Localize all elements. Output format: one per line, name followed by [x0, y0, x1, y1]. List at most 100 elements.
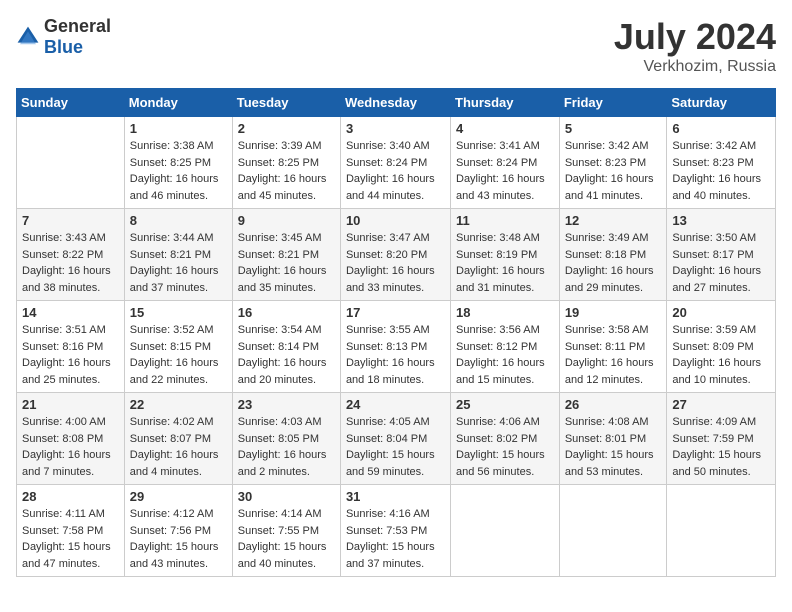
sunrise: Sunrise: 4:08 AM — [565, 416, 649, 428]
day-detail: Sunrise: 4:02 AM Sunset: 8:07 PM Dayligh… — [130, 414, 227, 480]
sunset: Sunset: 8:25 PM — [130, 157, 211, 169]
day-number: 29 — [130, 489, 227, 504]
sunset: Sunset: 8:25 PM — [238, 157, 319, 169]
month-year: July 2024 — [614, 16, 776, 58]
daylight: Daylight: 16 hours and 18 minutes. — [346, 357, 435, 386]
day-number: 23 — [238, 397, 335, 412]
daylight: Daylight: 16 hours and 40 minutes. — [672, 173, 761, 202]
day-number: 25 — [456, 397, 554, 412]
calendar-week-row: 1 Sunrise: 3:38 AM Sunset: 8:25 PM Dayli… — [17, 117, 776, 209]
sunset: Sunset: 8:15 PM — [130, 341, 211, 353]
daylight: Daylight: 16 hours and 22 minutes. — [130, 357, 219, 386]
day-detail: Sunrise: 3:45 AM Sunset: 8:21 PM Dayligh… — [238, 230, 335, 296]
day-detail: Sunrise: 3:56 AM Sunset: 8:12 PM Dayligh… — [456, 322, 554, 388]
day-number: 22 — [130, 397, 227, 412]
day-number: 24 — [346, 397, 445, 412]
sunrise: Sunrise: 4:06 AM — [456, 416, 540, 428]
day-detail: Sunrise: 3:58 AM Sunset: 8:11 PM Dayligh… — [565, 322, 662, 388]
sunset: Sunset: 8:17 PM — [672, 249, 753, 261]
sunrise: Sunrise: 3:54 AM — [238, 324, 322, 336]
daylight: Daylight: 15 hours and 37 minutes. — [346, 541, 435, 570]
sunrise: Sunrise: 3:44 AM — [130, 232, 214, 244]
daylight: Daylight: 15 hours and 50 minutes. — [672, 449, 761, 478]
calendar-cell: 3 Sunrise: 3:40 AM Sunset: 8:24 PM Dayli… — [340, 117, 450, 209]
logo-general: General — [44, 16, 111, 36]
sunrise: Sunrise: 3:52 AM — [130, 324, 214, 336]
sunset: Sunset: 8:09 PM — [672, 341, 753, 353]
sunset: Sunset: 8:13 PM — [346, 341, 427, 353]
sunrise: Sunrise: 4:00 AM — [22, 416, 106, 428]
day-detail: Sunrise: 3:51 AM Sunset: 8:16 PM Dayligh… — [22, 322, 119, 388]
daylight: Daylight: 16 hours and 7 minutes. — [22, 449, 111, 478]
day-detail: Sunrise: 4:12 AM Sunset: 7:56 PM Dayligh… — [130, 506, 227, 572]
day-of-week-header: Thursday — [451, 89, 560, 117]
sunrise: Sunrise: 3:55 AM — [346, 324, 430, 336]
day-number: 16 — [238, 305, 335, 320]
calendar-cell: 5 Sunrise: 3:42 AM Sunset: 8:23 PM Dayli… — [559, 117, 667, 209]
calendar-cell: 28 Sunrise: 4:11 AM Sunset: 7:58 PM Dayl… — [17, 485, 125, 577]
calendar-table: SundayMondayTuesdayWednesdayThursdayFrid… — [16, 88, 776, 577]
calendar-cell — [667, 485, 776, 577]
sunrise: Sunrise: 3:39 AM — [238, 140, 322, 152]
calendar-week-row: 28 Sunrise: 4:11 AM Sunset: 7:58 PM Dayl… — [17, 485, 776, 577]
sunset: Sunset: 7:59 PM — [672, 433, 753, 445]
calendar-header-row: SundayMondayTuesdayWednesdayThursdayFrid… — [17, 89, 776, 117]
day-detail: Sunrise: 3:59 AM Sunset: 8:09 PM Dayligh… — [672, 322, 770, 388]
sunrise: Sunrise: 3:43 AM — [22, 232, 106, 244]
calendar-cell: 19 Sunrise: 3:58 AM Sunset: 8:11 PM Dayl… — [559, 301, 667, 393]
calendar-cell: 18 Sunrise: 3:56 AM Sunset: 8:12 PM Dayl… — [451, 301, 560, 393]
day-of-week-header: Tuesday — [232, 89, 340, 117]
calendar-cell: 14 Sunrise: 3:51 AM Sunset: 8:16 PM Dayl… — [17, 301, 125, 393]
day-number: 6 — [672, 121, 770, 136]
sunrise: Sunrise: 4:05 AM — [346, 416, 430, 428]
sunrise: Sunrise: 4:12 AM — [130, 508, 214, 520]
day-number: 27 — [672, 397, 770, 412]
calendar-cell: 1 Sunrise: 3:38 AM Sunset: 8:25 PM Dayli… — [124, 117, 232, 209]
day-number: 8 — [130, 213, 227, 228]
day-number: 20 — [672, 305, 770, 320]
day-number: 2 — [238, 121, 335, 136]
calendar-week-row: 21 Sunrise: 4:00 AM Sunset: 8:08 PM Dayl… — [17, 393, 776, 485]
sunset: Sunset: 7:53 PM — [346, 525, 427, 537]
calendar-cell: 8 Sunrise: 3:44 AM Sunset: 8:21 PM Dayli… — [124, 209, 232, 301]
day-detail: Sunrise: 3:39 AM Sunset: 8:25 PM Dayligh… — [238, 138, 335, 204]
calendar-cell — [17, 117, 125, 209]
day-number: 4 — [456, 121, 554, 136]
daylight: Daylight: 16 hours and 2 minutes. — [238, 449, 327, 478]
calendar-cell: 7 Sunrise: 3:43 AM Sunset: 8:22 PM Dayli… — [17, 209, 125, 301]
calendar-cell: 10 Sunrise: 3:47 AM Sunset: 8:20 PM Dayl… — [340, 209, 450, 301]
day-detail: Sunrise: 4:05 AM Sunset: 8:04 PM Dayligh… — [346, 414, 445, 480]
sunset: Sunset: 8:23 PM — [672, 157, 753, 169]
sunrise: Sunrise: 3:58 AM — [565, 324, 649, 336]
sunrise: Sunrise: 3:56 AM — [456, 324, 540, 336]
calendar-cell: 9 Sunrise: 3:45 AM Sunset: 8:21 PM Dayli… — [232, 209, 340, 301]
sunrise: Sunrise: 4:11 AM — [22, 508, 105, 520]
sunset: Sunset: 7:56 PM — [130, 525, 211, 537]
calendar-cell — [451, 485, 560, 577]
day-of-week-header: Friday — [559, 89, 667, 117]
sunrise: Sunrise: 3:38 AM — [130, 140, 214, 152]
daylight: Daylight: 16 hours and 33 minutes. — [346, 265, 435, 294]
day-detail: Sunrise: 4:11 AM Sunset: 7:58 PM Dayligh… — [22, 506, 119, 572]
sunset: Sunset: 8:19 PM — [456, 249, 537, 261]
daylight: Daylight: 16 hours and 46 minutes. — [130, 173, 219, 202]
sunset: Sunset: 8:20 PM — [346, 249, 427, 261]
day-number: 30 — [238, 489, 335, 504]
day-number: 9 — [238, 213, 335, 228]
day-number: 1 — [130, 121, 227, 136]
sunset: Sunset: 8:22 PM — [22, 249, 103, 261]
daylight: Daylight: 16 hours and 20 minutes. — [238, 357, 327, 386]
sunrise: Sunrise: 4:03 AM — [238, 416, 322, 428]
day-number: 7 — [22, 213, 119, 228]
calendar-cell: 13 Sunrise: 3:50 AM Sunset: 8:17 PM Dayl… — [667, 209, 776, 301]
sunset: Sunset: 7:58 PM — [22, 525, 103, 537]
logo: General Blue — [16, 16, 111, 58]
day-number: 31 — [346, 489, 445, 504]
day-detail: Sunrise: 3:43 AM Sunset: 8:22 PM Dayligh… — [22, 230, 119, 296]
daylight: Daylight: 15 hours and 59 minutes. — [346, 449, 435, 478]
day-number: 28 — [22, 489, 119, 504]
calendar-cell: 17 Sunrise: 3:55 AM Sunset: 8:13 PM Dayl… — [340, 301, 450, 393]
sunset: Sunset: 8:04 PM — [346, 433, 427, 445]
sunrise: Sunrise: 4:14 AM — [238, 508, 322, 520]
sunrise: Sunrise: 4:09 AM — [672, 416, 756, 428]
